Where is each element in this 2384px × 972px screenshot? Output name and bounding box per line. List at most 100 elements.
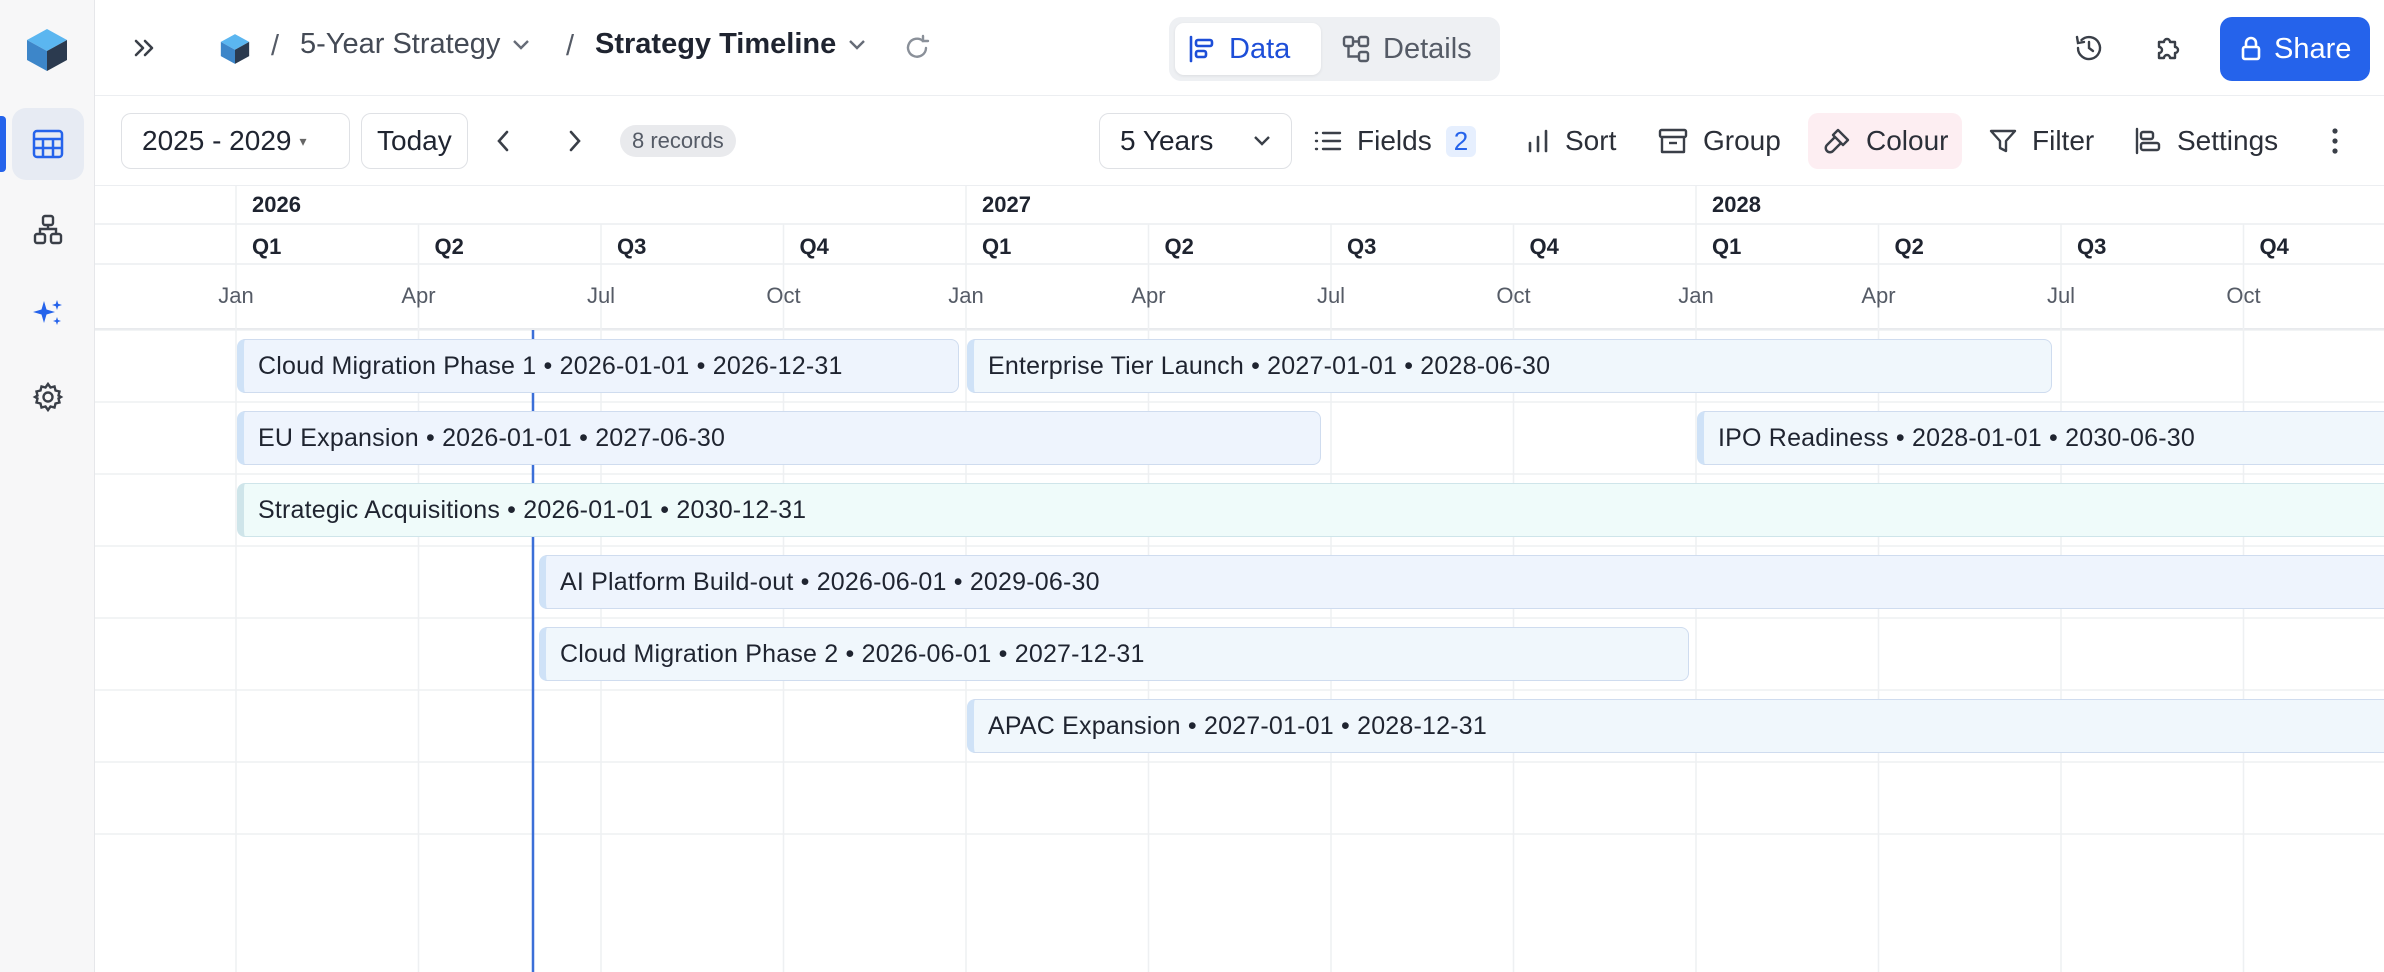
timeline-record-bar[interactable]: Enterprise Tier Launch • 2027-01-01 • 20… <box>967 339 2052 393</box>
caret-down-icon: ▾ <box>299 132 307 149</box>
nav-ai-assistant[interactable] <box>12 277 84 349</box>
filter-button[interactable]: Filter <box>1988 113 2094 169</box>
sort-label: Sort <box>1565 125 1617 156</box>
hierarchy-icon <box>33 214 63 245</box>
view-toggle: Data Details <box>1169 17 1500 81</box>
chevron-left-icon[interactable] <box>493 128 513 154</box>
month-label: Jul <box>2047 283 2075 308</box>
date-range-label: 2025 - 2029 <box>142 125 292 156</box>
quarter-label: Q1 <box>982 234 1011 259</box>
month-label: Oct <box>2226 283 2260 308</box>
quarter-label: Q3 <box>1347 234 1376 259</box>
timeline-record-bar[interactable]: Cloud Migration Phase 2 • 2026-06-01 • 2… <box>539 627 1689 681</box>
breadcrumb-current[interactable]: Strategy Timeline <box>595 28 866 61</box>
filter-funnel-icon <box>1989 129 2017 153</box>
chevron-right-icon[interactable] <box>565 128 585 154</box>
data-view-label: Data <box>1229 32 1291 65</box>
filter-label: Filter <box>2032 125 2095 156</box>
colour-button[interactable]: Colour <box>1808 113 1963 169</box>
month-label: Oct <box>1496 283 1530 308</box>
quarter-label: Q1 <box>1712 234 1741 259</box>
month-label: Jul <box>587 283 615 308</box>
puzzle-extensions-icon[interactable] <box>2153 32 2185 64</box>
data-view-tab[interactable]: Data <box>1175 23 1321 75</box>
more-options-icon[interactable] <box>2330 126 2340 156</box>
quarter-label: Q3 <box>617 234 646 259</box>
colour-label: Colour <box>1866 125 1949 156</box>
breadcrumb-separator-2: / <box>566 30 575 62</box>
app-logo-icon[interactable] <box>23 26 71 74</box>
list-icon <box>1314 131 1342 151</box>
timeline-record-bar[interactable]: EU Expansion • 2026-01-01 • 2027-06-30 <box>237 411 1321 465</box>
today-button[interactable]: Today <box>361 113 468 169</box>
gantt-settings-icon <box>2135 127 2161 155</box>
chevron-down-icon <box>1254 136 1270 146</box>
breadcrumb-separator: / <box>271 30 280 62</box>
sort-button[interactable]: Sort <box>1525 113 1616 169</box>
timeline-record-label: APAC Expansion • 2027-01-01 • 2028-12-31 <box>988 711 1487 740</box>
nav-hierarchy[interactable] <box>12 193 84 265</box>
table-grid-icon <box>32 129 64 159</box>
timeline-record-label: IPO Readiness • 2028-01-01 • 2030-06-30 <box>1718 423 2195 452</box>
timeline-record-bar[interactable]: AI Platform Build-out • 2026-06-01 • 202… <box>539 555 2384 609</box>
refresh-icon[interactable] <box>903 34 931 62</box>
month-label: Jan <box>948 283 983 308</box>
month-label: Jan <box>1678 283 1713 308</box>
chevron-down-icon <box>513 39 530 50</box>
record-count-badge: 8 records <box>620 125 736 157</box>
group-label: Group <box>1703 125 1781 156</box>
group-button[interactable]: Group <box>1657 113 1781 169</box>
settings-button[interactable]: Settings <box>2133 113 2278 169</box>
quarter-label: Q2 <box>1895 234 1924 259</box>
today-label: Today <box>377 125 452 156</box>
timeline-record-bar[interactable]: Cloud Migration Phase 1 • 2026-01-01 • 2… <box>237 339 959 393</box>
zoom-level-select[interactable]: 5 Years <box>1099 113 1292 169</box>
quarter-label: Q1 <box>252 234 281 259</box>
nav-settings[interactable] <box>12 361 84 433</box>
month-label: Jan <box>218 283 253 308</box>
fields-label: Fields <box>1357 125 1432 156</box>
fields-button[interactable]: Fields 2 <box>1313 113 1477 169</box>
left-rail <box>0 0 95 972</box>
share-label: Share <box>2274 32 2352 65</box>
timeline-record-bar[interactable]: Strategic Acquisitions • 2026-01-01 • 20… <box>237 483 2384 537</box>
quarter-label: Q3 <box>2077 234 2106 259</box>
timeline-record-label: EU Expansion • 2026-01-01 • 2027-06-30 <box>258 423 726 452</box>
toolbar: 2025 - 2029 ▾ Today 8 records 5 Years Fi… <box>95 96 2384 186</box>
top-header: / 5-Year Strategy / Strategy Timeline Da… <box>95 0 2384 96</box>
history-icon[interactable] <box>2073 32 2105 64</box>
diagram-nodes-icon <box>1342 35 1370 63</box>
year-label: 2027 <box>982 192 1031 217</box>
breadcrumb-base[interactable]: 5-Year Strategy <box>300 28 530 61</box>
share-button[interactable]: Share <box>2220 17 2370 81</box>
date-range-picker[interactable]: 2025 - 2029 ▾ <box>121 113 350 169</box>
year-label: 2028 <box>1712 192 1761 217</box>
quarter-label: Q4 <box>1530 234 1560 259</box>
timeline-record-bar[interactable]: IPO Readiness • 2028-01-01 • 2030-06-30 <box>1697 411 2384 465</box>
timeline-record-label: Cloud Migration Phase 1 • 2026-01-01 • 2… <box>258 351 843 380</box>
month-label: Apr <box>401 283 435 308</box>
details-view-tab[interactable]: Details <box>1329 23 1494 75</box>
month-label: Apr <box>1861 283 1895 308</box>
settings-label: Settings <box>2177 125 2279 156</box>
active-nav-indicator <box>0 116 6 172</box>
chevron-down-icon <box>849 39 866 50</box>
timeline-record-bar[interactable]: APAC Expansion • 2027-01-01 • 2028-12-31 <box>967 699 2384 753</box>
record-count-label: 8 records <box>632 128 724 153</box>
nav-table-view[interactable] <box>12 108 84 180</box>
month-label: Jul <box>1317 283 1345 308</box>
quarter-label: Q4 <box>800 234 830 259</box>
details-view-label: Details <box>1383 32 1472 65</box>
workspace-logo-icon[interactable] <box>218 32 252 66</box>
gear-icon <box>32 381 64 413</box>
archive-box-icon <box>1658 128 1688 154</box>
sort-bars-icon <box>1528 129 1548 153</box>
lock-icon <box>2241 36 2261 61</box>
quarter-label: Q2 <box>1165 234 1194 259</box>
timeline-record-label: Cloud Migration Phase 2 • 2026-06-01 • 2… <box>560 639 1145 668</box>
year-label: 2026 <box>252 192 301 217</box>
month-label: Oct <box>766 283 800 308</box>
expand-sidebar-icon[interactable] <box>131 36 157 60</box>
timeline-record-label: Enterprise Tier Launch • 2027-01-01 • 20… <box>988 351 1551 380</box>
timeline-record-label: Strategic Acquisitions • 2026-01-01 • 20… <box>258 495 807 524</box>
